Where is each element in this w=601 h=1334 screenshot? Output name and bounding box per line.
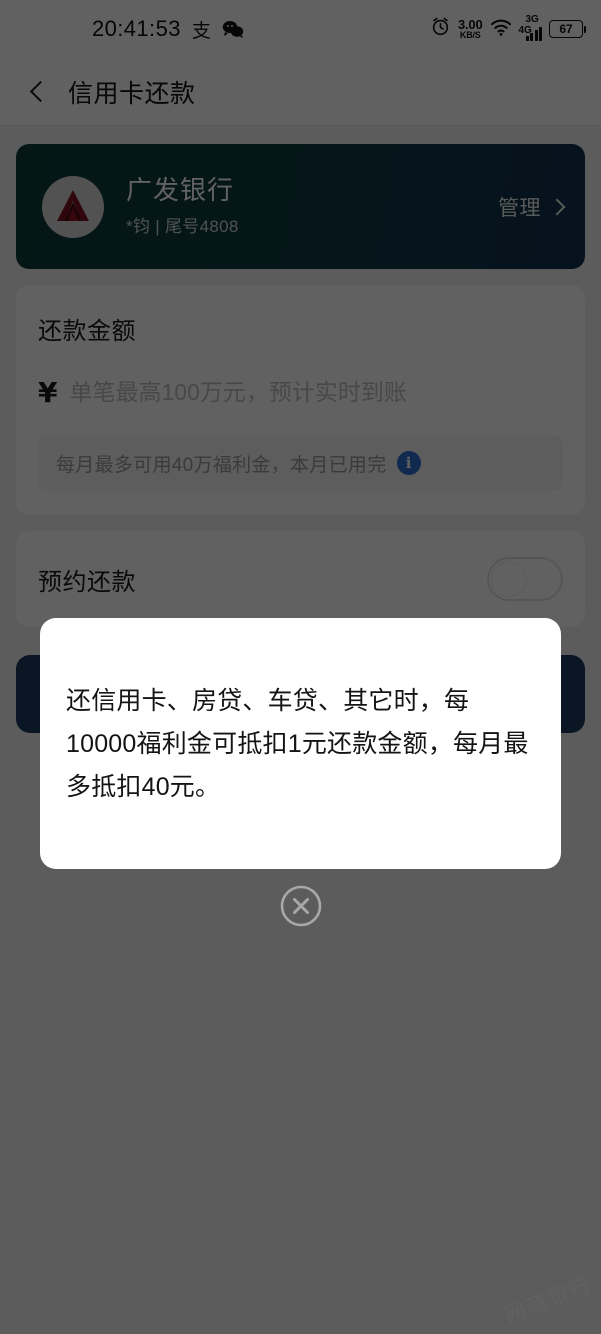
info-dialog-body: 还信用卡、房贷、车贷、其它时，每10000福利金可抵扣1元还款金额，每月最多抵扣… bbox=[66, 687, 529, 801]
close-dialog-button[interactable] bbox=[278, 884, 324, 930]
close-circle-icon bbox=[278, 883, 324, 932]
info-dialog: 还信用卡、房贷、车贷、其它时，每10000福利金可抵扣1元还款金额，每月最多抵扣… bbox=[40, 618, 561, 869]
